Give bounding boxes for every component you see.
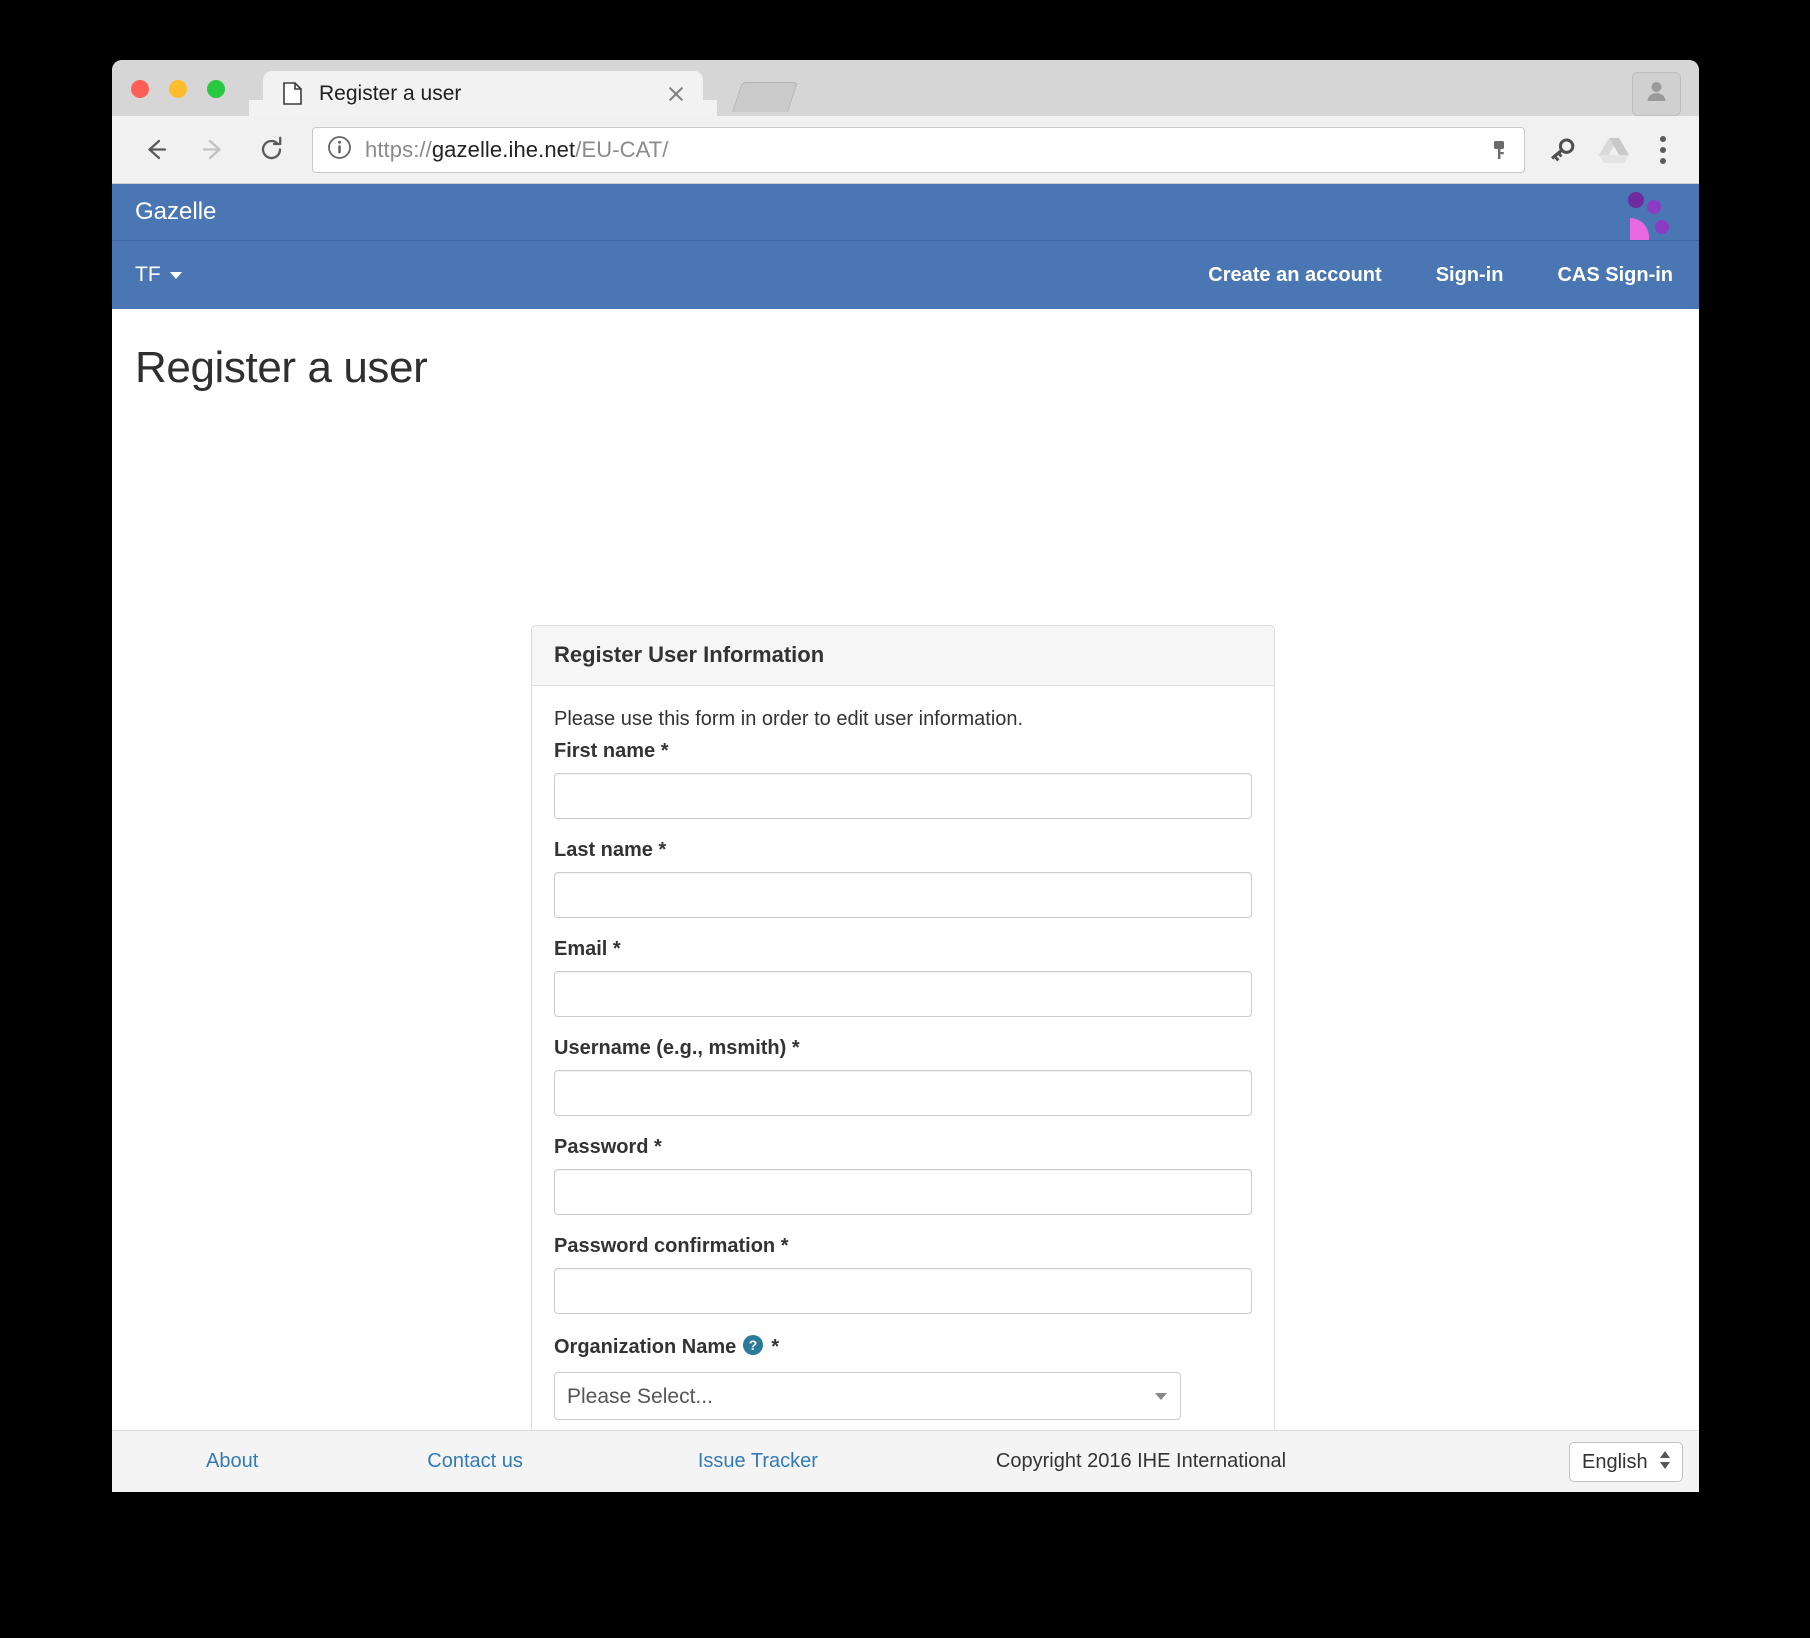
language-select[interactable]: English	[1569, 1442, 1683, 1482]
person-icon	[1643, 78, 1670, 110]
field-label-password-confirmation: Password confirmation *	[554, 1235, 1252, 1258]
info-circle-icon[interactable]	[327, 135, 352, 165]
panel-header: Register User Information	[532, 626, 1274, 686]
minimize-window-button[interactable]	[169, 80, 187, 98]
nav-link-sign-in[interactable]: Sign-in	[1436, 264, 1504, 287]
panel-body: Please use this form in order to edit us…	[532, 686, 1274, 1430]
site-footer: About Contact us Issue Tracker Copyright…	[112, 1430, 1699, 1492]
nav-link-create-an-account[interactable]: Create an account	[1208, 264, 1381, 287]
footer-link-about[interactable]: About	[206, 1450, 258, 1473]
field-last-name: Last name *	[554, 839, 1252, 918]
site-brand-bar: Gazelle	[112, 184, 1699, 241]
nav-menu-tf[interactable]: TF	[135, 263, 182, 287]
field-password: Password *	[554, 1136, 1252, 1215]
field-label-last-name: Last name *	[554, 839, 1252, 862]
chevron-down-icon	[170, 272, 182, 279]
site-brand[interactable]: Gazelle	[135, 198, 216, 226]
field-organization-name: Organization Name? * Please Select...	[554, 1334, 1252, 1420]
panel-header-title: Register User Information	[554, 642, 824, 667]
browser-tab-strip: Register a user	[112, 60, 1699, 116]
footer-copyright: Copyright 2016 IHE International	[996, 1450, 1286, 1473]
field-username: Username (e.g., msmith) *	[554, 1037, 1252, 1116]
form-intro-text: Please use this form in order to edit us…	[554, 708, 1252, 731]
organization-name-select[interactable]: Please Select...	[554, 1372, 1181, 1420]
main-content: Register a user Register User Informatio…	[112, 309, 1699, 1430]
field-label-username: Username (e.g., msmith) *	[554, 1037, 1252, 1060]
password-confirmation-input[interactable]	[554, 1268, 1252, 1314]
address-bar-url: https://gazelle.ihe.net/EU-CAT/	[365, 137, 1482, 163]
gazelle-paw-logo-icon	[1624, 188, 1676, 240]
key-extension-icon[interactable]	[1539, 127, 1585, 173]
document-icon	[283, 82, 302, 105]
first-name-input[interactable]	[554, 773, 1252, 819]
organization-name-text: Organization Name	[554, 1336, 736, 1358]
field-label-email: Email *	[554, 938, 1252, 961]
key-icon[interactable]	[1482, 133, 1516, 167]
field-label-organization-name: Organization Name? *	[554, 1334, 1252, 1362]
last-name-input[interactable]	[554, 872, 1252, 918]
footer-link-issue-tracker[interactable]: Issue Tracker	[698, 1450, 818, 1473]
organization-select-wrap: Please Select...	[554, 1372, 1181, 1420]
page-title: Register a user	[135, 343, 1699, 393]
forward-arrow-icon[interactable]	[190, 127, 236, 173]
back-arrow-icon[interactable]	[132, 127, 178, 173]
field-email: Email *	[554, 938, 1252, 1017]
browser-tab-active[interactable]: Register a user	[263, 71, 703, 116]
nav-menu-tf-label: TF	[135, 263, 161, 287]
close-icon[interactable]	[663, 81, 689, 107]
reload-icon[interactable]	[248, 127, 294, 173]
svg-text:?: ?	[749, 1337, 758, 1353]
maximize-window-button[interactable]	[207, 80, 225, 98]
footer-link-contact-us[interactable]: Contact us	[427, 1450, 523, 1473]
browser-window: Register a user	[112, 60, 1699, 1492]
google-drive-icon[interactable]	[1591, 127, 1637, 173]
nav-links: Create an account Sign-in CAS Sign-in	[1208, 264, 1673, 287]
close-window-button[interactable]	[131, 80, 149, 98]
window-controls	[131, 80, 225, 98]
browser-toolbar: https://gazelle.ihe.net/EU-CAT/	[112, 116, 1699, 184]
username-input[interactable]	[554, 1070, 1252, 1116]
register-user-panel: Register User Information Please use thi…	[531, 625, 1275, 1430]
field-label-password: Password *	[554, 1136, 1252, 1159]
url-scheme: https://	[365, 137, 432, 162]
nav-link-cas-sign-in[interactable]: CAS Sign-in	[1557, 264, 1673, 287]
email-input[interactable]	[554, 971, 1252, 1017]
field-label-first-name: First name *	[554, 740, 1252, 763]
url-host: gazelle.ihe.net	[432, 137, 575, 162]
new-tab-button[interactable]	[732, 82, 798, 112]
organization-required-marker: *	[771, 1336, 779, 1358]
url-path: /EU-CAT/	[575, 137, 668, 162]
field-first-name: First name *	[554, 740, 1252, 819]
password-input[interactable]	[554, 1169, 1252, 1215]
page-viewport: Gazelle TF Create an account Sign-in CAS…	[112, 184, 1699, 1492]
site-nav-bar: TF Create an account Sign-in CAS Sign-in	[112, 241, 1699, 309]
three-dot-menu-icon[interactable]	[1643, 127, 1683, 173]
help-circle-icon[interactable]: ?	[742, 1334, 764, 1362]
field-password-confirmation: Password confirmation *	[554, 1235, 1252, 1314]
address-bar[interactable]: https://gazelle.ihe.net/EU-CAT/	[312, 127, 1525, 173]
browser-tab-title: Register a user	[319, 82, 663, 106]
language-selector-wrap: English	[1569, 1442, 1683, 1482]
profile-avatar-button[interactable]	[1632, 72, 1681, 116]
